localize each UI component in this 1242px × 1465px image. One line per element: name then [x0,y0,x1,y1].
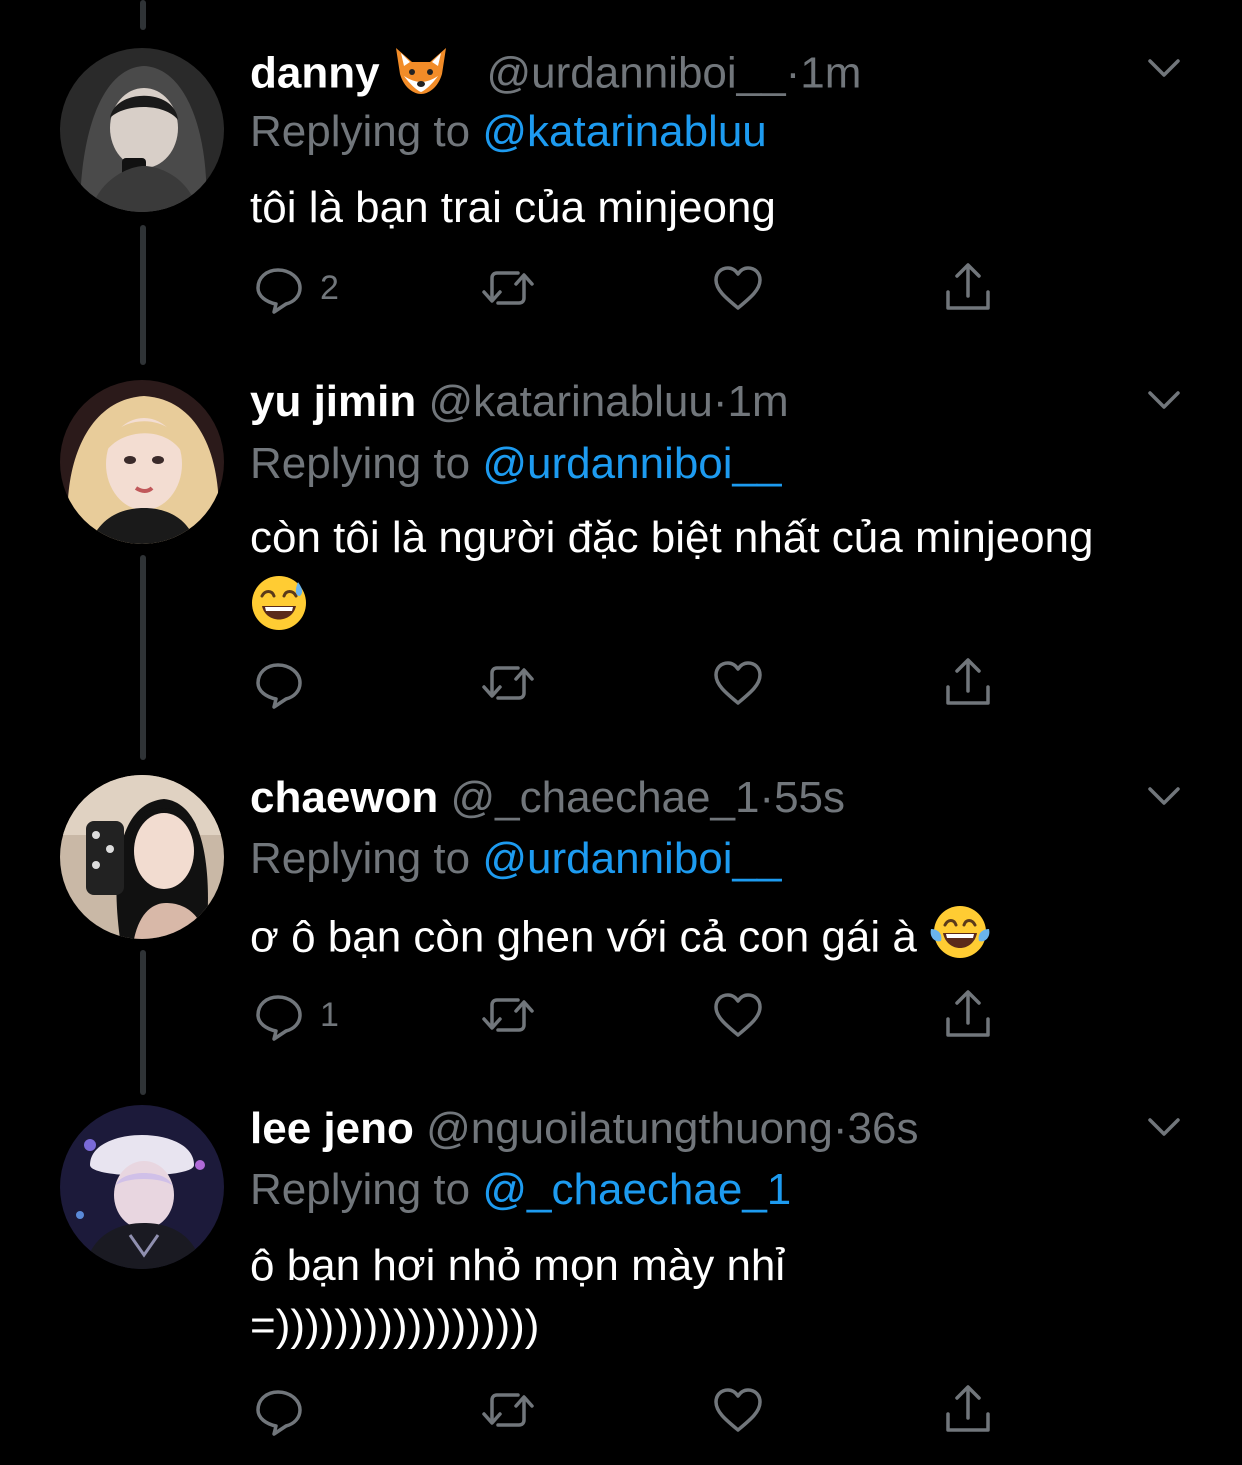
replying-to-label: Replying to [250,1165,471,1214]
retweet-icon [482,1393,534,1427]
action-bar [250,1380,1010,1440]
tweet-text: ô bạn hơi nhỏ mọn mày nhỉ =)))))))))))))… [250,1236,1210,1356]
mention-link[interactable]: @_chaechae_1 [482,1165,791,1214]
display-name[interactable]: lee jeno [250,1104,414,1153]
avatar[interactable] [60,1105,224,1269]
heart-icon [714,1388,762,1432]
chevron-down-icon[interactable] [1142,1105,1186,1149]
user-handle[interactable]: @nguoilatungthuong [426,1104,833,1153]
tweet-card[interactable]: lee jeno @nguoilatungthuong·36s Replying… [0,0,1242,1465]
tweet-text-line: =)))))))))))))))))) [250,1301,540,1350]
avatar-fur-hat-person-icon [60,1105,224,1269]
share-icon [946,1385,990,1432]
replying-to: Replying to @_chaechae_1 [250,1164,791,1216]
reply-button[interactable] [250,1380,320,1440]
tweet-header: lee jeno @nguoilatungthuong·36s [250,1103,918,1155]
separator-dot: · [832,1104,848,1153]
tweet-text-line: ô bạn hơi nhỏ mọn mày nhỉ [250,1241,786,1290]
reply-icon [256,1390,302,1436]
share-button[interactable] [938,1380,998,1440]
timestamp[interactable]: 36s [848,1104,919,1153]
retweet-button[interactable] [478,1380,538,1440]
like-button[interactable] [708,1380,768,1440]
